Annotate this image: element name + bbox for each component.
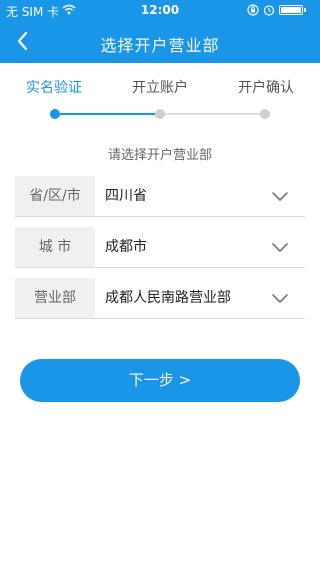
step-3-dot bbox=[260, 109, 270, 119]
province-label: 省/区/市 bbox=[15, 176, 95, 216]
step-progress-done bbox=[56, 113, 160, 115]
battery-icon bbox=[279, 5, 306, 15]
header: 无 SIM 卡 12:00 选择开户营业部 bbox=[0, 0, 320, 63]
step-1-label: 实名验证 bbox=[26, 80, 82, 96]
rotation-lock-icon bbox=[247, 4, 259, 16]
form-subtitle: 请选择开户营业部 bbox=[107, 148, 212, 163]
step-1-dot bbox=[50, 109, 60, 119]
status-bar: 无 SIM 卡 12:00 bbox=[0, 0, 320, 20]
city-select[interactable]: 城 市 成都市 bbox=[15, 227, 305, 268]
branch-select[interactable]: 营业部 成都人民南路营业部 bbox=[15, 278, 305, 319]
alarm-icon bbox=[263, 5, 275, 16]
chevron-down-icon bbox=[272, 294, 288, 303]
province-value: 四川省 bbox=[105, 188, 147, 204]
next-step-button[interactable]: 下一步 > bbox=[20, 359, 300, 402]
branch-value: 成都人民南路营业部 bbox=[105, 290, 231, 306]
province-select[interactable]: 省/区/市 四川省 bbox=[15, 176, 305, 217]
city-value: 成都市 bbox=[105, 239, 147, 255]
chevron-down-icon bbox=[272, 192, 288, 201]
branch-label: 营业部 bbox=[15, 278, 95, 318]
page-title: 选择开户营业部 bbox=[100, 36, 220, 55]
step-2-label: 开立账户 bbox=[132, 80, 188, 96]
chevron-down-icon bbox=[272, 243, 288, 252]
step-2-dot bbox=[155, 109, 165, 119]
step-3-label: 开户确认 bbox=[238, 80, 294, 96]
city-label: 城 市 bbox=[15, 227, 95, 267]
step-progress-pending bbox=[160, 113, 264, 115]
